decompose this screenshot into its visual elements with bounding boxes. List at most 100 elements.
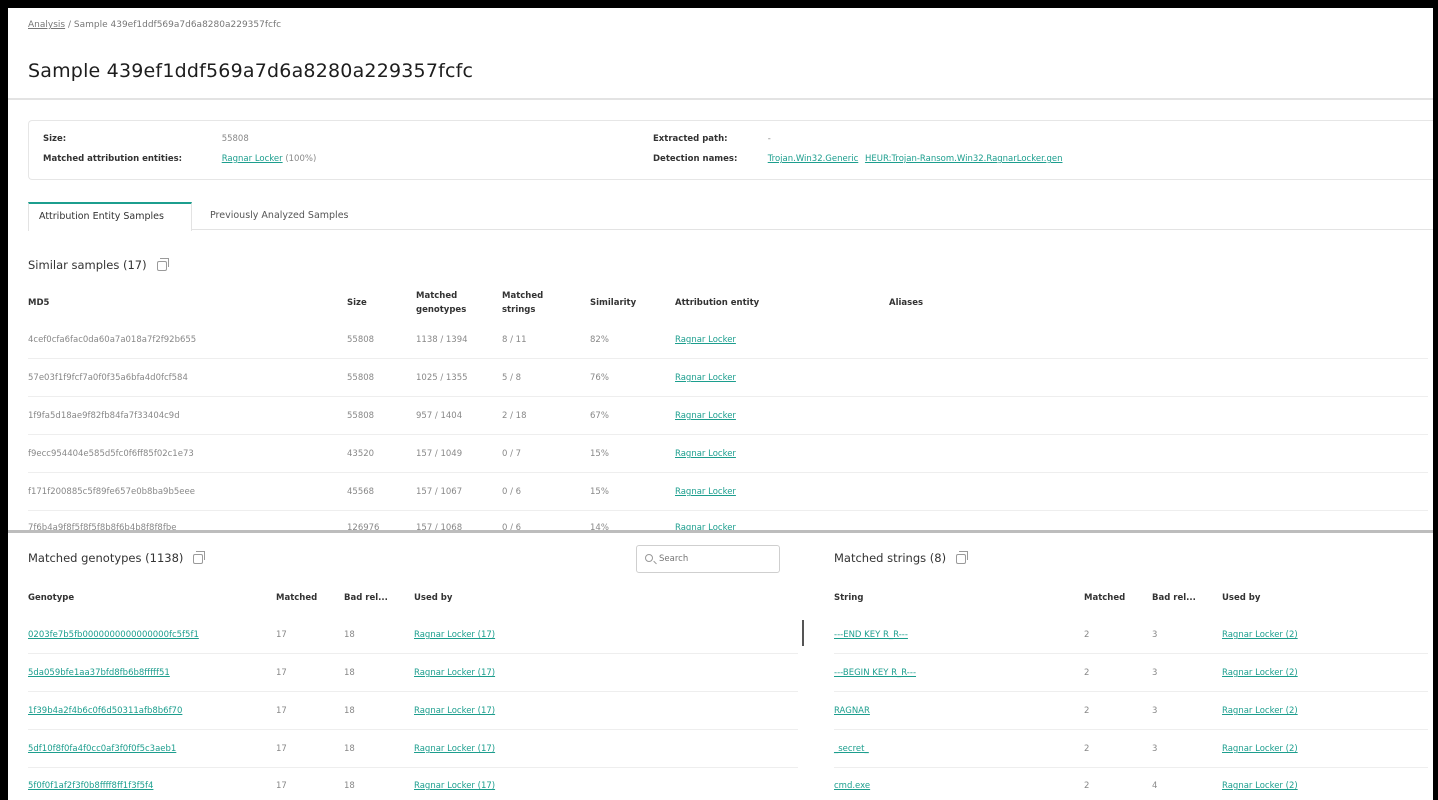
strings-cell: 8 / 11 bbox=[502, 335, 527, 345]
attribution-entity-link[interactable]: Ragnar Locker bbox=[675, 373, 736, 383]
column-header-aliases[interactable]: Aliases bbox=[889, 296, 923, 310]
attribution-entity-link[interactable]: Ragnar Locker bbox=[675, 449, 736, 459]
genotypes-search-box[interactable] bbox=[636, 545, 780, 573]
matched-cell: 17 bbox=[276, 706, 287, 716]
row-divider bbox=[28, 434, 1428, 435]
column-header-used-by[interactable]: Used by bbox=[1222, 591, 1260, 605]
size-cell: 55808 bbox=[347, 335, 375, 345]
used-by-link[interactable]: Ragnar Locker (17) bbox=[414, 706, 495, 716]
column-header-md5[interactable]: MD5 bbox=[28, 296, 49, 310]
genotypes-cell: 1025 / 1355 bbox=[416, 373, 468, 383]
bad-relations-cell: 18 bbox=[344, 706, 355, 716]
matched-cell: 2 bbox=[1084, 668, 1090, 678]
column-header-used-by[interactable]: Used by bbox=[414, 591, 452, 605]
row-divider bbox=[28, 653, 798, 654]
strings-cell: 0 / 7 bbox=[502, 449, 522, 459]
column-header-bad-relations[interactable]: Bad rel... bbox=[1152, 591, 1196, 605]
strings-cell: 2 / 18 bbox=[502, 411, 527, 421]
breadcrumb-parent-link[interactable]: Analysis bbox=[28, 20, 65, 30]
row-divider bbox=[834, 729, 1428, 730]
genotypes-search-input[interactable] bbox=[659, 552, 774, 566]
used-by-link[interactable]: Ragnar Locker (17) bbox=[414, 744, 495, 754]
md5-cell: 1f9fa5d18ae9f82fb84fa7f33404c9d bbox=[28, 411, 180, 421]
used-by-link[interactable]: Ragnar Locker (17) bbox=[414, 668, 495, 678]
matched-cell: 17 bbox=[276, 781, 287, 791]
tab-bar: Attribution Entity Samples Previously An… bbox=[28, 202, 1433, 231]
column-header-matched-strings[interactable]: Matched strings bbox=[502, 289, 543, 317]
genotype-link[interactable]: 5df10f8f0fa4f0cc0af3f0f0f5c3aeb1 bbox=[28, 744, 176, 754]
extracted-path-label: Extracted path: bbox=[653, 134, 728, 144]
tab-attribution-entity-samples[interactable]: Attribution Entity Samples bbox=[28, 202, 192, 231]
column-header-attribution-entity[interactable]: Attribution entity bbox=[675, 296, 759, 310]
row-divider bbox=[834, 653, 1428, 654]
page-header: Analysis / Sample 439ef1ddf569a7d6a8280a… bbox=[8, 8, 1433, 100]
bad-relations-cell: 3 bbox=[1152, 668, 1158, 678]
row-divider bbox=[28, 358, 1428, 359]
column-header-matched[interactable]: Matched bbox=[276, 591, 317, 605]
used-by-link[interactable]: Ragnar Locker (17) bbox=[414, 630, 495, 640]
column-header-string[interactable]: String bbox=[834, 591, 863, 605]
matched-cell: 2 bbox=[1084, 781, 1090, 791]
panel-splitter[interactable] bbox=[8, 530, 1433, 533]
genotype-link[interactable]: 5f0f0f1af2f3f0b8ffff8ff1f3f5f4 bbox=[28, 781, 153, 791]
similarity-cell: 67% bbox=[590, 411, 609, 421]
genotypes-cell: 157 / 1067 bbox=[416, 487, 463, 497]
attribution-entity-link[interactable]: Ragnar Locker bbox=[675, 411, 736, 421]
used-by-link[interactable]: Ragnar Locker (2) bbox=[1222, 781, 1298, 791]
genotypes-cell: 957 / 1404 bbox=[416, 411, 463, 421]
string-link[interactable]: ---BEGIN KEY R_R--- bbox=[834, 668, 916, 678]
column-resize-handle[interactable] bbox=[802, 620, 804, 646]
row-divider bbox=[28, 691, 798, 692]
matched-cell: 2 bbox=[1084, 630, 1090, 640]
matched-cell: 2 bbox=[1084, 744, 1090, 754]
string-link[interactable]: RAGNAR bbox=[834, 706, 870, 716]
used-by-link[interactable]: Ragnar Locker (2) bbox=[1222, 744, 1298, 754]
similar-samples-title-text: Similar samples (17) bbox=[28, 258, 147, 272]
column-header-size[interactable]: Size bbox=[347, 296, 367, 310]
detection-name-link[interactable]: Trojan.Win32.Generic bbox=[768, 154, 859, 164]
row-divider bbox=[28, 510, 1428, 511]
matched-entities-row: Matched attribution entities: Ragnar Loc… bbox=[43, 154, 316, 164]
column-header-similarity[interactable]: Similarity bbox=[590, 296, 636, 310]
genotype-link[interactable]: 1f39b4a2f4b6c0f6d50311afb8b6f70 bbox=[28, 706, 182, 716]
size-cell: 55808 bbox=[347, 411, 375, 421]
row-divider bbox=[834, 691, 1428, 692]
strings-cell: 5 / 8 bbox=[502, 373, 522, 383]
matched-entity-link[interactable]: Ragnar Locker bbox=[222, 154, 283, 164]
matched-genotypes-title-text: Matched genotypes (1138) bbox=[28, 551, 184, 565]
genotype-link[interactable]: 5da059bfe1aa37bfd8fb6b8fffff51 bbox=[28, 668, 170, 678]
tab-previously-analyzed-samples[interactable]: Previously Analyzed Samples bbox=[200, 202, 380, 230]
used-by-link[interactable]: Ragnar Locker (2) bbox=[1222, 668, 1298, 678]
md5-cell: f171f200885c5f89fe657e0b8ba9b5eee bbox=[28, 487, 195, 497]
column-header-genotype[interactable]: Genotype bbox=[28, 591, 74, 605]
string-link[interactable]: ---END KEY R_R--- bbox=[834, 630, 908, 640]
bad-relations-cell: 18 bbox=[344, 630, 355, 640]
breadcrumb-separator: / bbox=[67, 20, 72, 30]
used-by-link[interactable]: Ragnar Locker (2) bbox=[1222, 706, 1298, 716]
string-link[interactable]: _secret_ bbox=[834, 744, 869, 754]
row-divider bbox=[28, 729, 798, 730]
page-title: Sample 439ef1ddf569a7d6a8280a229357fcfc bbox=[28, 60, 474, 82]
used-by-link[interactable]: Ragnar Locker (2) bbox=[1222, 630, 1298, 640]
string-link[interactable]: cmd.exe bbox=[834, 781, 870, 791]
column-header-matched-genotypes[interactable]: Matched genotypes bbox=[416, 289, 466, 317]
bad-relations-cell: 3 bbox=[1152, 744, 1158, 754]
copy-icon[interactable] bbox=[156, 257, 169, 271]
genotypes-cell: 1138 / 1394 bbox=[416, 335, 468, 345]
used-by-link[interactable]: Ragnar Locker (17) bbox=[414, 781, 495, 791]
size-cell: 43520 bbox=[347, 449, 375, 459]
bad-relations-cell: 18 bbox=[344, 744, 355, 754]
bad-relations-cell: 18 bbox=[344, 781, 355, 791]
copy-icon[interactable] bbox=[956, 550, 969, 564]
copy-icon[interactable] bbox=[193, 550, 206, 564]
breadcrumb-current: Sample 439ef1ddf569a7d6a8280a229357fcfc bbox=[73, 20, 282, 30]
column-header-matched[interactable]: Matched bbox=[1084, 591, 1125, 605]
detection-names-row: Detection names: Trojan.Win32.Generic HE… bbox=[653, 154, 1063, 164]
genotype-link[interactable]: 0203fe7b5fb0000000000000000fc5f5f1 bbox=[28, 630, 199, 640]
size-cell: 55808 bbox=[347, 373, 375, 383]
attribution-entity-link[interactable]: Ragnar Locker bbox=[675, 335, 736, 345]
attribution-entity-link[interactable]: Ragnar Locker bbox=[675, 487, 736, 497]
detection-name-link[interactable]: HEUR:Trojan-Ransom.Win32.RagnarLocker.ge… bbox=[865, 154, 1063, 164]
column-header-bad-relations[interactable]: Bad rel... bbox=[344, 591, 388, 605]
bad-relations-cell: 3 bbox=[1152, 630, 1158, 640]
